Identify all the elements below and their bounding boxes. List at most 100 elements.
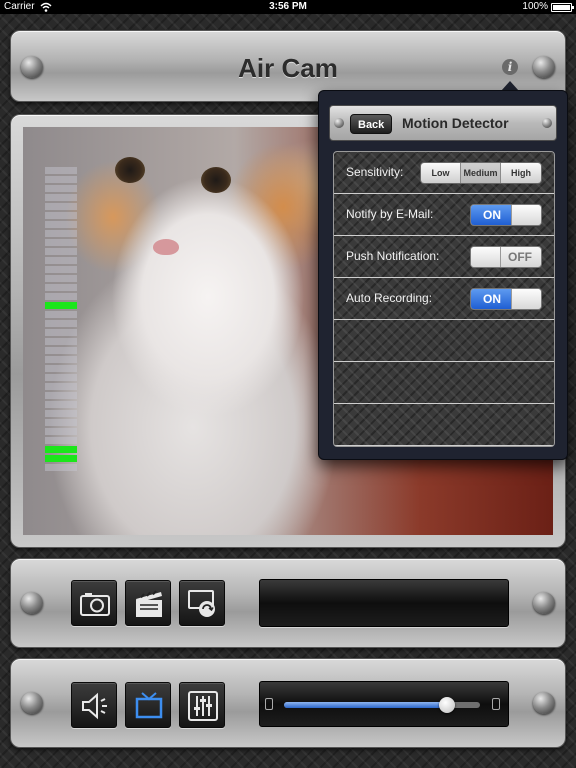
level-segment <box>45 248 77 255</box>
segment-high[interactable]: High <box>501 163 541 183</box>
battery-percent: 100% <box>522 1 548 12</box>
level-segment <box>45 302 77 309</box>
screen-button[interactable] <box>125 682 171 728</box>
level-segment <box>45 437 77 444</box>
push-notify-toggle[interactable]: OFF <box>470 246 542 268</box>
volume-slider-thumb[interactable] <box>438 697 455 713</box>
info-icon[interactable]: i <box>502 59 518 75</box>
sensitivity-segmented-control[interactable]: Low Medium High <box>420 162 542 184</box>
segment-medium[interactable]: Medium <box>461 163 501 183</box>
app-title: Air Cam <box>238 53 338 83</box>
level-segment <box>45 311 77 318</box>
push-notify-label: Push Notification: <box>346 249 440 263</box>
auto-recording-toggle[interactable]: ON <box>470 288 542 310</box>
auto-recording-label: Auto Recording: <box>346 291 433 305</box>
equalizer-icon <box>188 691 218 721</box>
settings-table: Sensitivity: Low Medium High Notify by E… <box>333 151 555 447</box>
empty-row <box>334 404 554 446</box>
level-segment <box>45 338 77 345</box>
capture-controls-panel <box>10 558 566 648</box>
level-segment <box>45 365 77 372</box>
cat-eye <box>201 167 231 193</box>
audio-controls-panel <box>10 658 566 748</box>
level-segment <box>45 428 77 435</box>
level-segment <box>45 401 77 408</box>
level-segment <box>45 419 77 426</box>
clapperboard-icon <box>136 590 162 617</box>
toggle-knob <box>511 289 541 309</box>
volume-slider-panel <box>259 681 509 727</box>
level-segment <box>45 266 77 273</box>
level-segment <box>45 176 77 183</box>
auto-recording-row: Auto Recording: ON <box>334 278 554 320</box>
mixer-button[interactable] <box>179 682 225 728</box>
level-segment <box>45 464 77 471</box>
record-button[interactable] <box>125 580 171 626</box>
toggle-state: ON <box>471 205 513 225</box>
sensitivity-label: Sensitivity: <box>346 165 404 179</box>
empty-row <box>334 320 554 362</box>
bolt-icon <box>533 592 555 614</box>
level-segment <box>45 374 77 381</box>
level-segment <box>45 392 77 399</box>
status-bar: Carrier 3:56 PM 100% <box>0 0 576 14</box>
level-segment <box>45 329 77 336</box>
level-segment <box>45 455 77 462</box>
toggle-state: ON <box>471 289 513 309</box>
popover-navbar: Back Motion Detector <box>329 105 557 141</box>
toggle-state: OFF <box>508 250 532 264</box>
clock: 3:56 PM <box>269 1 307 12</box>
empty-row <box>334 362 554 404</box>
level-segment <box>45 275 77 282</box>
toggle-knob <box>471 247 501 267</box>
bolt-icon <box>21 692 43 714</box>
level-segment <box>45 239 77 246</box>
level-segment <box>45 257 77 264</box>
camera-switch-icon <box>188 590 215 617</box>
email-notify-row: Notify by E-Mail: ON <box>334 194 554 236</box>
level-segment <box>45 185 77 192</box>
level-segment <box>45 221 77 228</box>
level-segment <box>45 410 77 417</box>
battery-icon <box>551 3 574 12</box>
volume-max-icon <box>492 698 500 710</box>
bolt-icon <box>542 118 552 128</box>
bolt-icon <box>21 592 43 614</box>
speaker-icon <box>82 692 107 720</box>
back-button[interactable]: Back <box>350 114 393 134</box>
level-segment <box>45 383 77 390</box>
level-segment <box>45 212 77 219</box>
level-segment <box>45 446 77 453</box>
toggle-knob <box>511 205 541 225</box>
level-segment <box>45 167 77 174</box>
tv-icon <box>135 692 163 719</box>
level-segment <box>45 194 77 201</box>
email-notify-toggle[interactable]: ON <box>470 204 542 226</box>
volume-slider-fill <box>284 702 447 708</box>
status-display <box>259 579 509 627</box>
switch-camera-button[interactable] <box>179 580 225 626</box>
bolt-icon <box>533 692 555 714</box>
cat-nose <box>153 239 179 255</box>
popover-title: Motion Detector <box>402 115 509 131</box>
email-notify-label: Notify by E-Mail: <box>346 207 434 221</box>
segment-low[interactable]: Low <box>421 163 461 183</box>
level-segment <box>45 320 77 327</box>
cat-eye <box>115 157 145 183</box>
snapshot-button[interactable] <box>71 580 117 626</box>
level-segment <box>45 356 77 363</box>
level-segment <box>45 347 77 354</box>
audio-level-meter <box>45 167 77 473</box>
motion-detector-popover: Back Motion Detector Sensitivity: Low Me… <box>318 90 568 460</box>
speaker-button[interactable] <box>71 682 117 728</box>
camera-icon <box>80 593 110 616</box>
push-notify-row: Push Notification: OFF <box>334 236 554 278</box>
sensitivity-row: Sensitivity: Low Medium High <box>334 152 554 194</box>
level-segment <box>45 230 77 237</box>
level-segment <box>45 284 77 291</box>
volume-min-icon <box>265 698 273 710</box>
volume-slider[interactable] <box>284 697 480 713</box>
bolt-icon <box>334 118 344 128</box>
level-segment <box>45 203 77 210</box>
level-segment <box>45 293 77 300</box>
